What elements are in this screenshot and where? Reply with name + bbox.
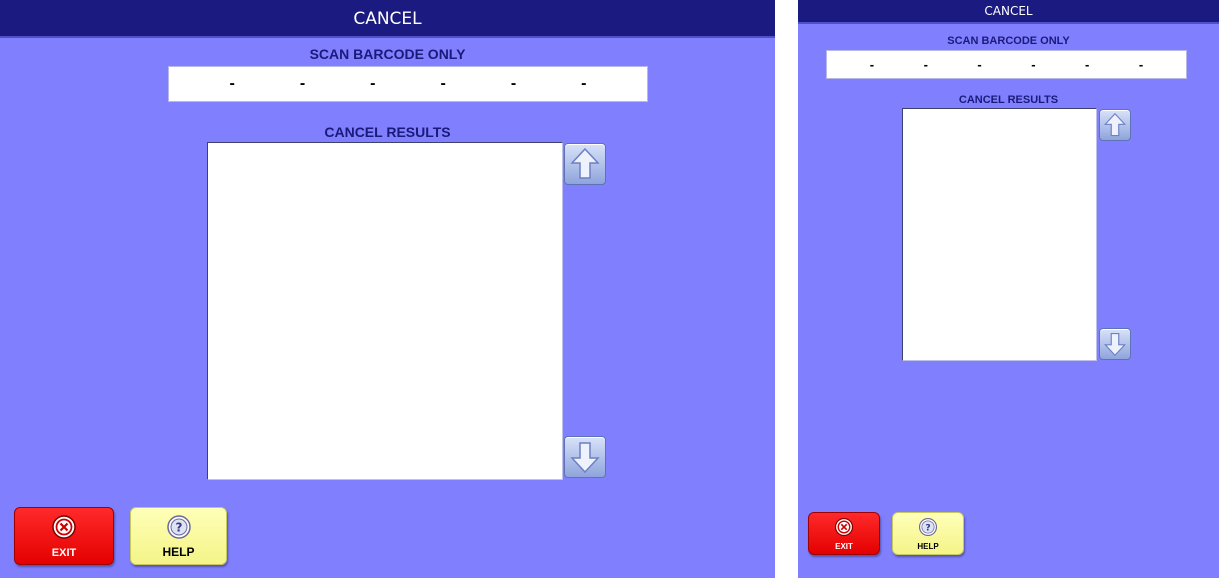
up-arrow-icon: [1103, 112, 1127, 137]
close-circle-icon: [51, 514, 77, 540]
scroll-up-button[interactable]: [1099, 109, 1131, 141]
scroll-down-button[interactable]: [1099, 328, 1131, 360]
cancel-results-label: CANCEL RESULTS: [958, 94, 1059, 106]
barcode-segment: -: [923, 57, 928, 72]
svg-text:?: ?: [925, 522, 930, 533]
barcode-input[interactable]: - - - - - -: [826, 50, 1187, 79]
help-button[interactable]: ? HELP: [892, 512, 964, 555]
barcode-input[interactable]: - - - - - -: [168, 66, 648, 102]
title-bar: CANCEL: [798, 0, 1219, 24]
screenshot: CANCEL SCAN BARCODE ONLY - - - - - - CAN…: [0, 0, 1219, 578]
cancel-results-list[interactable]: [902, 108, 1097, 361]
exit-label: EXIT: [51, 547, 77, 559]
close-circle-icon: [834, 517, 854, 537]
help-label: HELP: [162, 545, 195, 559]
scroll-up-button[interactable]: [564, 143, 606, 185]
barcode-segment: -: [1031, 57, 1036, 72]
svg-text:?: ?: [175, 521, 182, 535]
exit-button[interactable]: EXIT: [14, 507, 114, 565]
scan-barcode-label: SCAN BARCODE ONLY: [309, 46, 466, 62]
question-circle-icon: ?: [166, 514, 192, 540]
barcode-segment: -: [370, 75, 376, 92]
barcode-segment: -: [1085, 57, 1090, 72]
title-bar: CANCEL: [0, 0, 775, 38]
scroll-down-button[interactable]: [564, 436, 606, 478]
down-arrow-icon: [570, 442, 600, 474]
scan-barcode-label: SCAN BARCODE ONLY: [947, 35, 1070, 47]
barcode-segment: -: [299, 75, 306, 92]
barcode-segment: -: [229, 75, 235, 92]
barcode-segment: -: [869, 57, 875, 72]
question-circle-icon: ?: [918, 517, 938, 537]
barcode-segment: -: [510, 75, 517, 92]
cancel-screen-small: CANCEL SCAN BARCODE ONLY - - - - - - CAN…: [798, 0, 1219, 578]
cancel-results-list[interactable]: [207, 142, 563, 480]
barcode-segment: -: [581, 75, 587, 92]
barcode-segment: -: [440, 75, 446, 92]
barcode-segment: -: [1138, 57, 1144, 72]
down-arrow-icon: [1103, 332, 1127, 357]
help-button[interactable]: ? HELP: [130, 507, 227, 565]
cancel-screen-large: CANCEL SCAN BARCODE ONLY - - - - - - CAN…: [0, 0, 775, 578]
barcode-segment: -: [977, 57, 982, 72]
exit-button[interactable]: EXIT: [808, 512, 880, 555]
exit-label: EXIT: [835, 542, 853, 551]
up-arrow-icon: [570, 147, 600, 179]
cancel-results-label: CANCEL RESULTS: [324, 124, 451, 140]
help-label: HELP: [917, 542, 939, 551]
